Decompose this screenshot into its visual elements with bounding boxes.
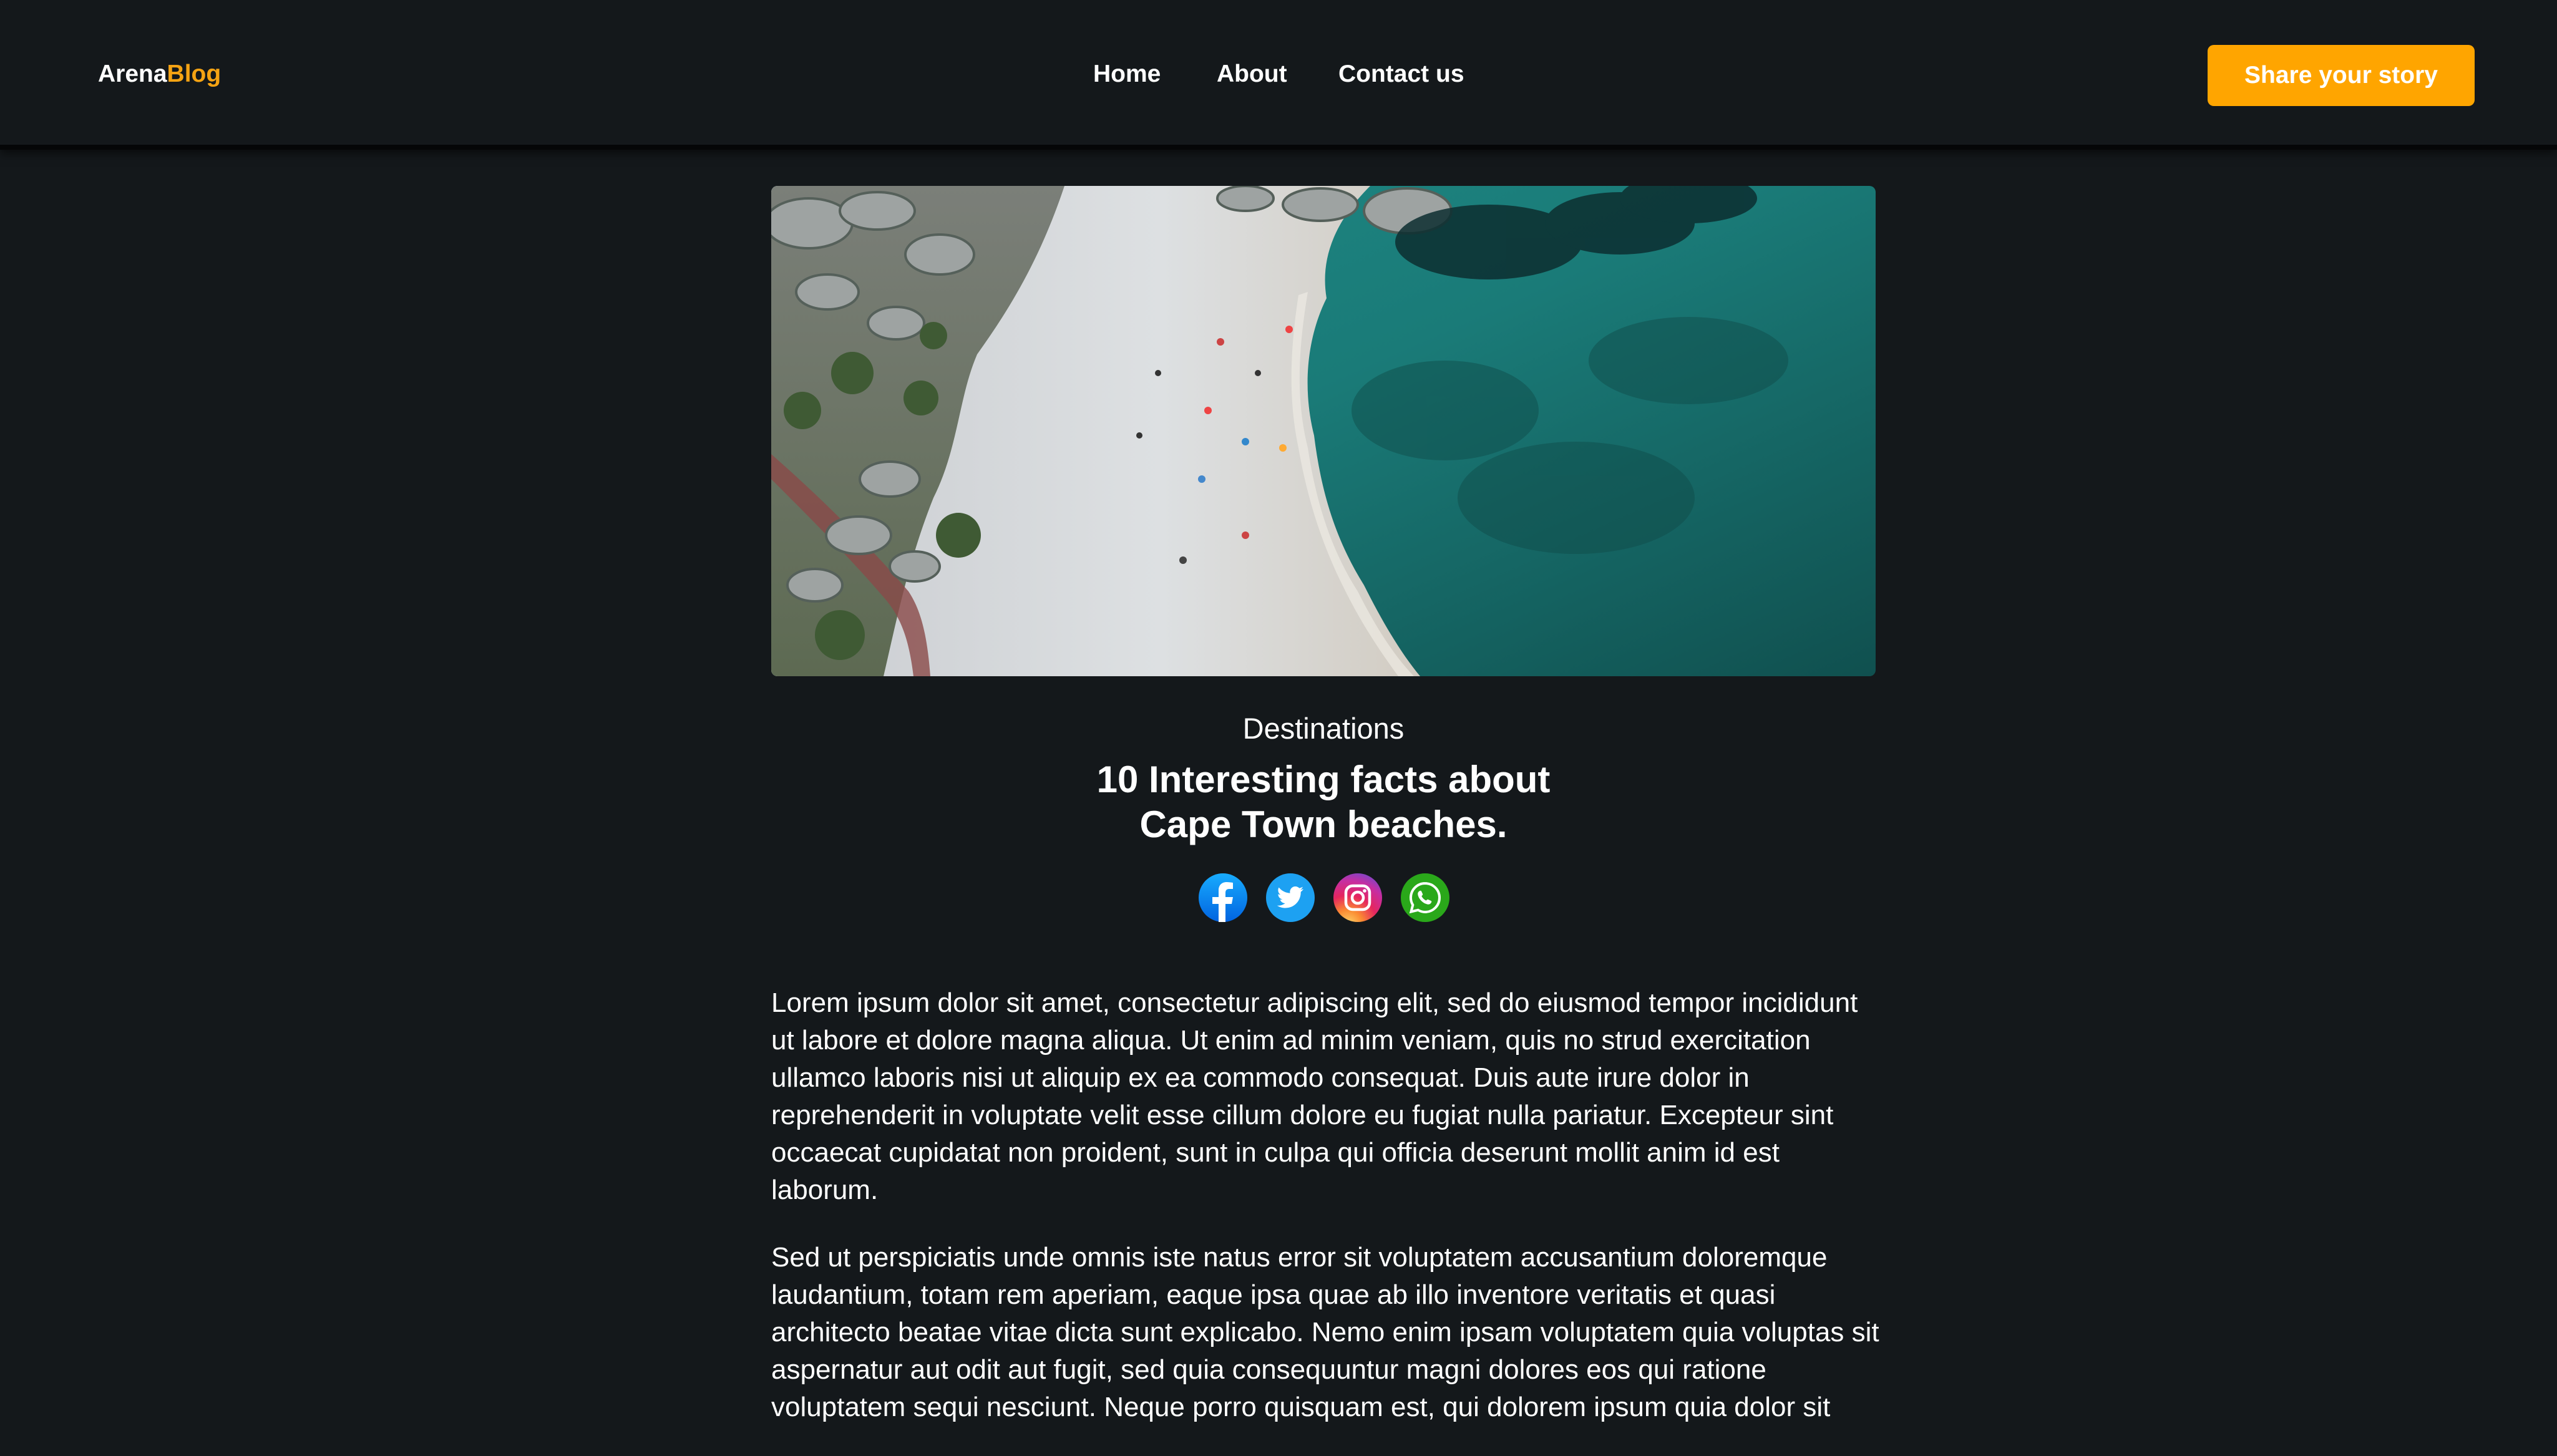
article-category: Destinations (1242, 712, 1405, 745)
nav-link-about[interactable]: About (1217, 59, 1287, 90)
article-title: 10 Interesting facts about Cape Town bea… (771, 757, 1876, 847)
brand-name-part2: Blog (167, 61, 222, 87)
beach-aerial-photo (771, 186, 1876, 676)
share-your-story-button[interactable]: Share your story (2208, 45, 2475, 106)
article-paragraph-2: Sed ut perspiciatis unde omnis iste natu… (771, 1242, 1879, 1422)
whatsapp-icon[interactable] (1401, 873, 1449, 922)
twitter-icon[interactable] (1266, 873, 1315, 922)
facebook-icon[interactable] (1199, 873, 1247, 922)
article-title-line1: 10 Interesting facts about (1096, 759, 1551, 800)
brand-name-part1: Arena (98, 61, 167, 87)
brand-logo[interactable]: ArenaBlog (98, 59, 221, 90)
nav-link-contact[interactable]: Contact us (1338, 59, 1464, 90)
social-share-bar (0, 873, 2557, 923)
instagram-icon[interactable] (1333, 873, 1382, 922)
article-paragraph-1: Lorem ipsum dolor sit amet, consectetur … (771, 988, 1858, 1205)
article-body: Lorem ipsum dolor sit amet, consectetur … (771, 984, 1888, 1456)
nav-link-home[interactable]: Home (1093, 59, 1161, 90)
article-title-line2: Cape Town beaches. (1139, 803, 1507, 845)
top-navbar: ArenaBlog Home About Contact us Share yo… (0, 0, 2557, 150)
hero-image (771, 186, 1876, 676)
